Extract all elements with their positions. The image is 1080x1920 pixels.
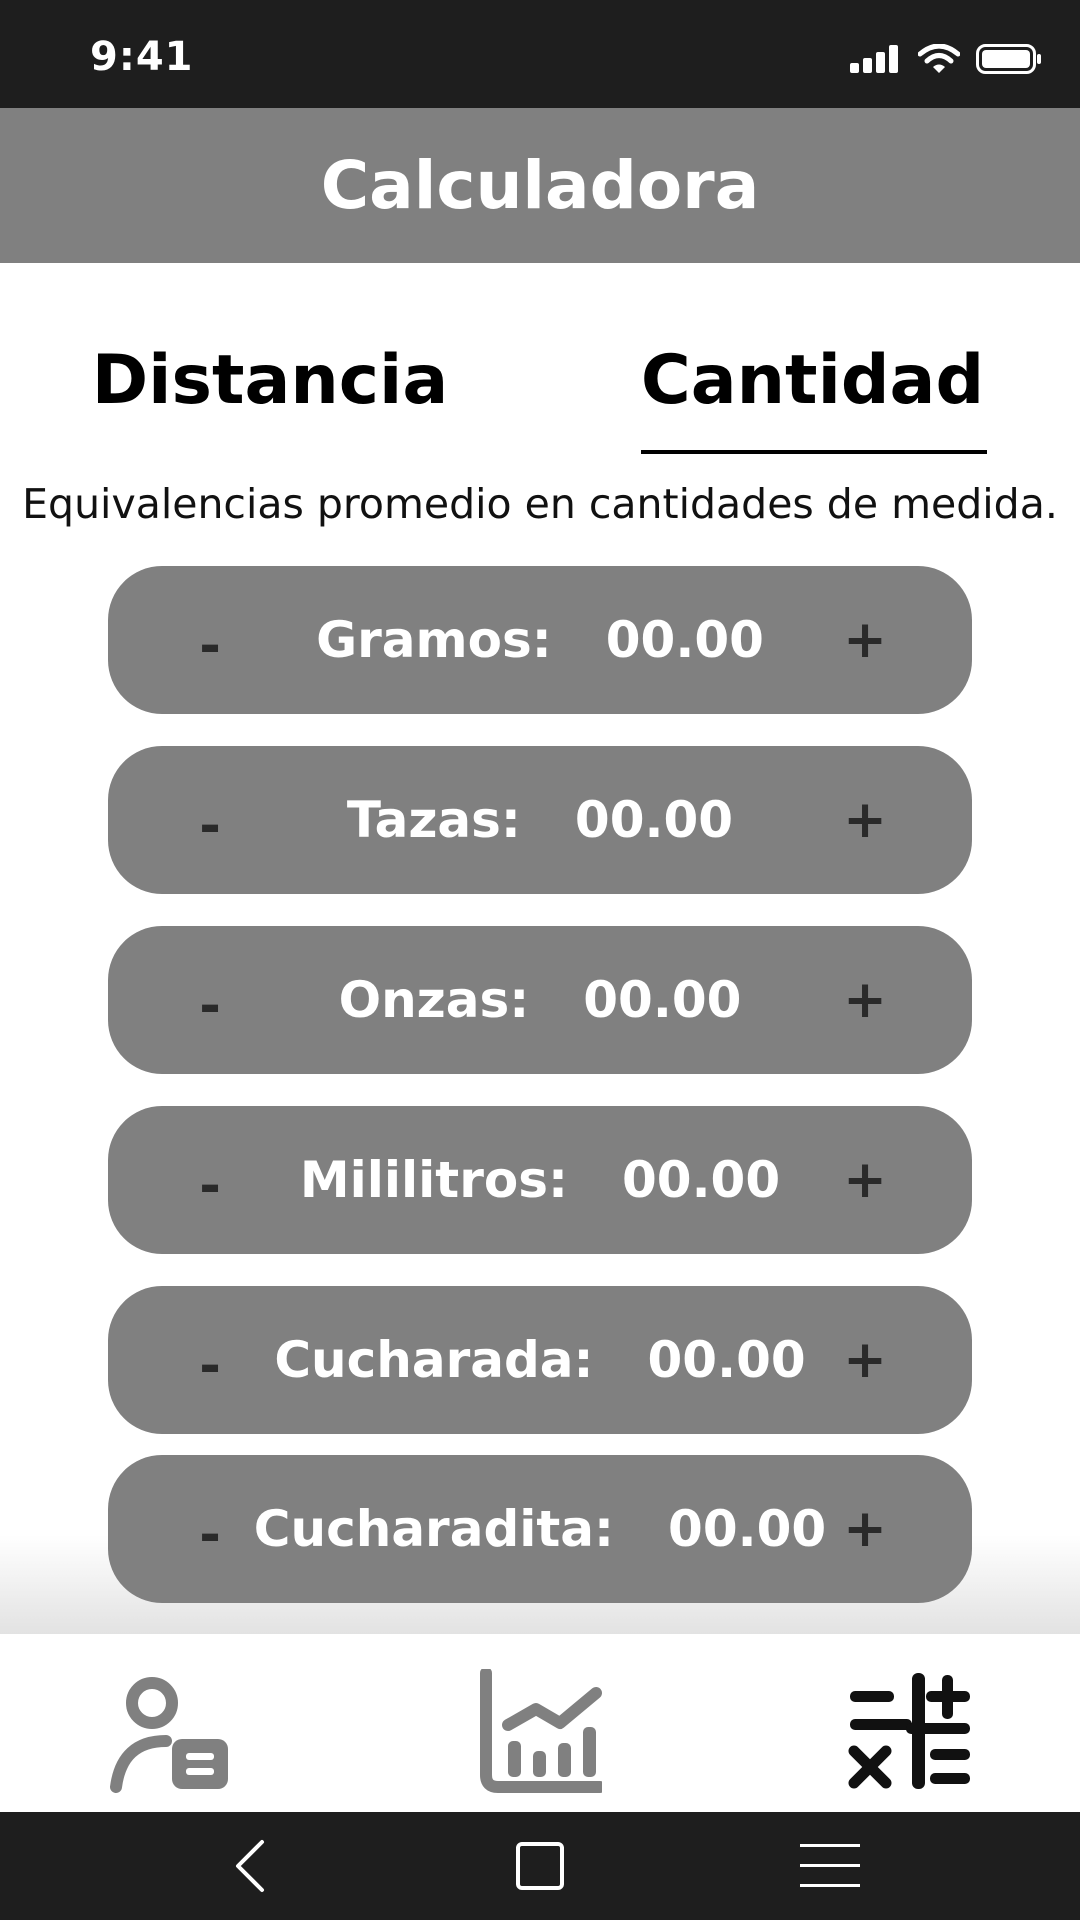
converter-display: Onzas: 00.00 (228, 926, 852, 1074)
converter-value[interactable]: 00.00 (583, 971, 741, 1029)
system-back-button[interactable] (205, 1834, 295, 1898)
home-icon (516, 1842, 564, 1890)
increment-button[interactable]: + (820, 1455, 910, 1603)
converter-row-mililitros: - Mililitros: 00.00 + (108, 1106, 972, 1254)
converter-row-cucharadita: - Cucharadita: 00.00 + (108, 1455, 972, 1603)
converter-row-onzas: - Onzas: 00.00 + (108, 926, 972, 1074)
nav-calculator[interactable] (840, 1666, 980, 1796)
increment-button[interactable]: + (820, 1106, 910, 1254)
page-title: Calculadora (320, 147, 760, 224)
converter-value[interactable]: 00.00 (622, 1151, 780, 1209)
calculator-icon (848, 1673, 970, 1789)
converter-display: Tazas: 00.00 (228, 746, 852, 894)
converter-display: Mililitros: 00.00 (228, 1106, 852, 1254)
increment-button[interactable]: + (820, 566, 910, 714)
converter-value[interactable]: 00.00 (648, 1331, 806, 1389)
converter-row-gramos: - Gramos: 00.00 + (108, 566, 972, 714)
increment-button[interactable]: + (820, 926, 910, 1074)
converter-value[interactable]: 00.00 (668, 1500, 826, 1558)
converter-value[interactable]: 00.00 (606, 611, 764, 669)
converter-label: Tazas: (346, 791, 521, 849)
converter-label: Cucharadita: (253, 1500, 615, 1558)
system-home-button[interactable] (495, 1834, 585, 1898)
converter-label: Gramos: (316, 611, 552, 669)
subtitle: Equivalencias promedio en cantidades de … (22, 480, 1058, 528)
status-time: 9:41 (90, 34, 194, 80)
user-profile-icon (110, 1677, 228, 1793)
tab-distancia[interactable]: Distancia (80, 335, 460, 425)
converter-display: Cucharada: 00.00 (228, 1286, 852, 1434)
converter-label: Mililitros: (299, 1151, 568, 1209)
converter-label: Onzas: (338, 971, 530, 1029)
chart-icon (480, 1669, 602, 1793)
nav-profile[interactable] (100, 1666, 240, 1796)
active-tab-indicator (641, 450, 987, 454)
status-bar: 9:41 (0, 0, 1080, 108)
converter-label: Cucharada: (274, 1331, 594, 1389)
converter-display: Cucharadita: 00.00 (228, 1455, 852, 1603)
converter-value[interactable]: 00.00 (575, 791, 733, 849)
back-icon (236, 1840, 264, 1892)
menu-icon (800, 1844, 860, 1887)
converter-row-tazas: - Tazas: 00.00 + (108, 746, 972, 894)
nav-stats[interactable] (470, 1666, 610, 1796)
wifi-icon (918, 44, 960, 73)
status-icons (850, 44, 1042, 74)
converter-display: Gramos: 00.00 (228, 566, 852, 714)
system-menu-button[interactable] (785, 1834, 875, 1898)
converter-row-cucharada: - Cucharada: 00.00 + (108, 1286, 972, 1434)
tab-cantidad[interactable]: Cantidad (640, 335, 985, 425)
signal-icon (850, 45, 898, 73)
increment-button[interactable]: + (820, 746, 910, 894)
battery-icon (976, 44, 1041, 74)
app-header: Calculadora (0, 108, 1080, 263)
system-nav-bar (0, 1812, 1080, 1920)
increment-button[interactable]: + (820, 1286, 910, 1434)
bottom-nav (0, 1634, 1080, 1812)
